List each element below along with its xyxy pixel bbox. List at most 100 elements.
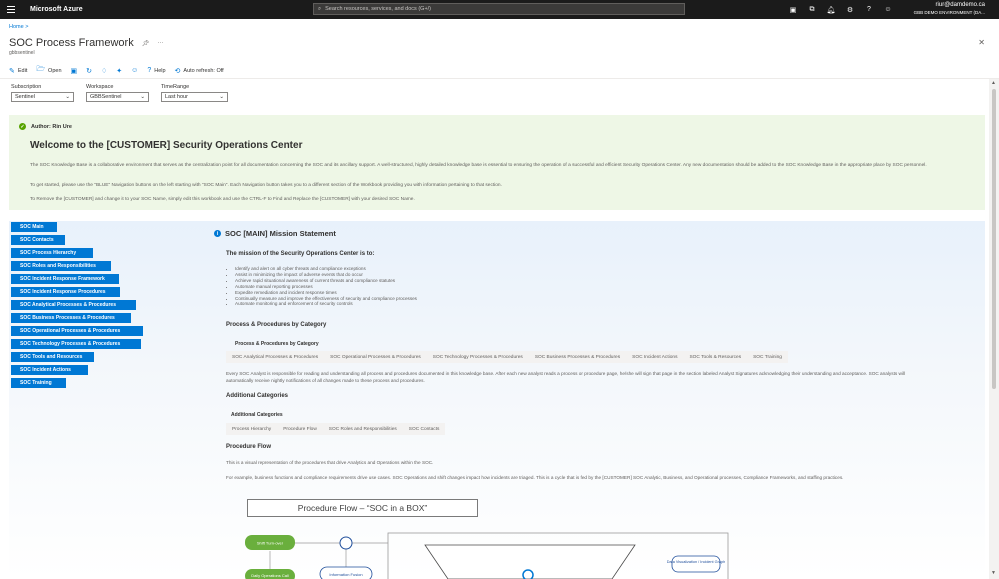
scrollbar-thumb[interactable]	[992, 89, 996, 389]
shift-turnover-label: Shift Turn-over	[257, 541, 284, 546]
tab-process-hierarchy[interactable]: Process Hierarchy	[226, 427, 277, 432]
folder-icon: 🗁︎	[36, 66, 46, 73]
nav-soc-incident-actions[interactable]: SOC Incident Actions	[11, 365, 88, 375]
subscription-value: Sentinel	[15, 94, 35, 100]
close-icon[interactable]: ✕	[978, 38, 985, 47]
alert-button[interactable]: ♢	[101, 67, 107, 75]
nav-soc-tools[interactable]: SOC Tools and Resources	[11, 352, 94, 362]
additional-caption: Additional Categories	[231, 412, 283, 418]
more-icon[interactable]: ···	[157, 40, 163, 46]
tab-analytical[interactable]: SOC Analytical Processes & Procedures	[226, 355, 324, 360]
breadcrumb[interactable]: Home >	[9, 24, 28, 30]
tab-procedure-flow[interactable]: Procedure Flow	[277, 427, 323, 432]
checkmark-icon: ✓	[19, 123, 26, 130]
page-title: SOC Process Framework	[9, 37, 134, 49]
save-button[interactable]: ▣	[71, 67, 78, 75]
scroll-down-icon[interactable]: ▼	[991, 570, 996, 576]
mission-heading-text: SOC [MAIN] Mission Statement	[225, 229, 336, 238]
subscription-dropdown[interactable]: Sentinel ⌄	[11, 92, 74, 102]
flow-paragraph-2: For example, business functions and comp…	[226, 475, 844, 480]
directory-icon[interactable]: ⧉	[807, 6, 817, 14]
chevron-down-icon: ⌄	[140, 94, 145, 100]
pencil-icon: ✎	[9, 67, 15, 75]
subscription-label: Subscription	[11, 84, 42, 90]
scrollbar[interactable]: ▲ ▼	[989, 79, 999, 579]
page-title-row: SOC Process Framework 📌︎ ···	[9, 37, 163, 49]
refresh-icon: ↻	[86, 67, 93, 75]
bell-icon: ♢	[101, 67, 108, 75]
nav-soc-ir-procedures[interactable]: SOC Incident Response Procedures	[11, 287, 120, 297]
help-label: Help	[154, 67, 166, 74]
toolbar: ✎ Edit 🗁︎ Open ▣ ↻ ♢ ✦ ☺ ? Help ⟲ Auto refre…	[9, 65, 224, 76]
auto-refresh-button[interactable]: ⟲ Auto refresh: Off	[175, 67, 224, 75]
mission-heading: i SOC [MAIN] Mission Statement	[214, 229, 336, 238]
flow-diagram-title: Procedure Flow – “SOC in a BOX”	[247, 499, 478, 517]
edit-label: Edit	[17, 67, 28, 74]
welcome-banner: ✓ Author: Rin Ure Welcome to the [CUSTOM…	[9, 115, 985, 210]
daily-ops-label: Daily Operations Call	[251, 573, 289, 578]
search-input[interactable]: ⌕ Search resources, services, and docs (…	[313, 3, 685, 15]
mission-list: Identify and alert on all cyber threats …	[232, 266, 417, 307]
timerange-dropdown[interactable]: Last hour ⌄	[161, 92, 228, 102]
settings-icon[interactable]: ⚙	[845, 6, 855, 14]
chevron-down-icon: ⌄	[65, 94, 70, 100]
auto-refresh-label: Auto refresh: Off	[183, 67, 224, 74]
procedures-caption: Process & Procedures by Category	[235, 341, 319, 347]
toolbar-divider	[0, 78, 999, 79]
workspace-dropdown[interactable]: GBBSentinel ⌄	[86, 92, 149, 102]
tab-business[interactable]: SOC Business Processes & Procedures	[529, 355, 626, 360]
save-icon: ▣	[70, 67, 78, 75]
nav-soc-ir-framework[interactable]: SOC Incident Response Framework	[11, 274, 119, 284]
nav-soc-business[interactable]: SOC Business Processes & Procedures	[11, 313, 131, 323]
nav-soc-main[interactable]: SOC Main	[11, 222, 57, 232]
tab-roles[interactable]: SOC Roles and Responsibilities	[323, 427, 403, 432]
additional-heading: Additional Categories	[226, 393, 289, 399]
brand-title[interactable]: Microsoft Azure	[30, 6, 83, 13]
subscription-param: Subscription Sentinel ⌄	[11, 84, 74, 102]
tab-contacts[interactable]: SOC Contacts	[403, 427, 446, 432]
refresh-button[interactable]: ↻	[86, 67, 92, 75]
tab-technology[interactable]: SOC Technology Processes & Procedures	[427, 355, 529, 360]
nav-soc-technology[interactable]: SOC Technology Processes & Procedures	[11, 339, 141, 349]
notifications-icon[interactable]: 🔔︎	[826, 6, 836, 14]
list-item: Achieve rapid situational awareness of c…	[235, 278, 417, 284]
nav-soc-operational[interactable]: SOC Operational Processes & Procedures	[11, 326, 143, 336]
tab-training[interactable]: SOC Training	[747, 355, 788, 360]
workspace-value: GBBSentinel	[90, 94, 122, 100]
pin-icon[interactable]: 📌︎	[142, 40, 150, 47]
workspace-label: Workspace	[86, 84, 114, 90]
nav-soc-training[interactable]: SOC Training	[11, 378, 66, 388]
tab-tools[interactable]: SOC Tools & Resources	[683, 355, 747, 360]
account-menu[interactable]: riur@damdemo.ca GBB DEMO ENVIRONMENT (DA…	[914, 2, 985, 16]
list-item: Automate monitoring and enforcement of s…	[235, 301, 417, 307]
cloud-shell-icon[interactable]: ▣	[788, 6, 798, 14]
author-text: Author: Rin Ure	[31, 123, 72, 130]
edit-button[interactable]: ✎ Edit	[9, 67, 27, 75]
help-icon[interactable]: ?	[864, 6, 874, 13]
help-button[interactable]: ? Help	[147, 67, 165, 74]
flow-heading: Procedure Flow	[226, 444, 272, 450]
procedures-text: Every SOC Analyst is responsible for rea…	[226, 371, 906, 383]
nav-soc-roles[interactable]: SOC Roles and Responsibilities	[11, 261, 111, 271]
feedback-icon[interactable]: ☺	[883, 6, 893, 13]
menu-icon[interactable]	[0, 0, 22, 19]
flow-paragraph-1: This is a visual representation of the p…	[226, 460, 434, 465]
nav-soc-analytical[interactable]: SOC Analytical Processes & Procedures	[11, 300, 136, 310]
funnel-shape	[424, 544, 636, 579]
scroll-up-icon[interactable]: ▲	[991, 80, 996, 86]
tab-incident-actions[interactable]: SOC Incident Actions	[626, 355, 683, 360]
author-line: ✓ Author: Rin Ure	[19, 123, 72, 130]
tab-operational[interactable]: SOC Operational Processes & Procedures	[324, 355, 427, 360]
account-user: riur@damdemo.ca	[935, 2, 985, 8]
nav-soc-contacts[interactable]: SOC Contacts	[11, 235, 65, 245]
pin-button[interactable]: ✦	[116, 67, 122, 75]
top-bar: Microsoft Azure ⌕ Search resources, serv…	[0, 0, 999, 19]
nav-soc-process-hierarchy[interactable]: SOC Process Hierarchy	[11, 248, 93, 258]
pin-toolbar-icon: ✦	[116, 67, 123, 75]
welcome-paragraph-1: The SOC Knowledge Base is a collaborativ…	[30, 163, 927, 168]
parameters: Subscription Sentinel ⌄ Workspace GBBSent…	[11, 84, 228, 102]
search-icon: ⌕	[318, 5, 322, 12]
open-button[interactable]: 🗁︎ Open	[36, 65, 61, 76]
feedback-button[interactable]: ☺	[131, 67, 138, 74]
welcome-paragraph-3: To Remove the [CUSTOMER] and change it t…	[30, 197, 415, 202]
